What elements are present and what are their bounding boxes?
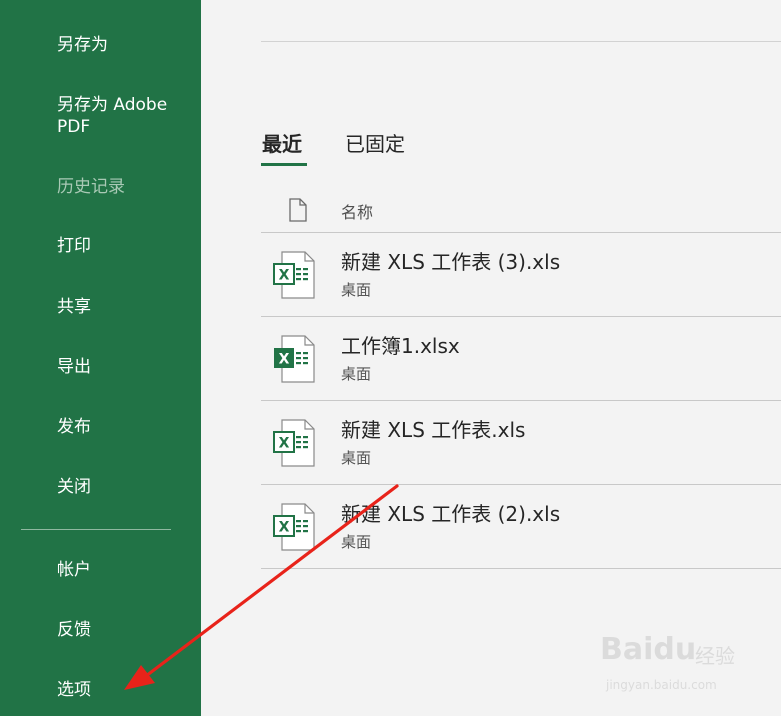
file-row[interactable]: X 新建 XLS 工作表 (2).xls 桌面: [261, 485, 781, 568]
nav-share[interactable]: 共享: [57, 296, 187, 318]
nav-close[interactable]: 关闭: [57, 476, 187, 498]
file-location: 桌面: [341, 449, 372, 467]
top-divider: [261, 41, 781, 42]
nav-account[interactable]: 帐户: [57, 559, 187, 581]
nav-export[interactable]: 导出: [57, 356, 187, 378]
watermark-brand: Baidu: [600, 632, 697, 667]
nav-print[interactable]: 打印: [57, 235, 187, 257]
nav-save-as[interactable]: 另存为: [57, 34, 187, 56]
svg-text:X: X: [279, 520, 290, 536]
excel-xls-icon: X: [273, 503, 315, 551]
tab-pinned[interactable]: 已固定: [345, 131, 405, 157]
file-row[interactable]: X 新建 XLS 工作表.xls 桌面: [261, 401, 781, 484]
file-name: 工作簿1.xlsx: [341, 334, 460, 358]
sidebar-divider: [21, 529, 171, 530]
file-row[interactable]: X 新建 XLS 工作表 (3).xls 桌面: [261, 233, 781, 316]
column-header-name[interactable]: 名称: [341, 199, 373, 223]
file-location: 桌面: [341, 365, 372, 383]
svg-text:X: X: [279, 352, 290, 368]
file-name: 新建 XLS 工作表 (3).xls: [341, 250, 561, 274]
nav-publish[interactable]: 发布: [57, 416, 187, 438]
watermark-text: 经验: [695, 644, 735, 668]
excel-xls-icon: X: [273, 251, 315, 299]
file-name: 新建 XLS 工作表 (2).xls: [341, 502, 561, 526]
svg-text:X: X: [279, 268, 290, 284]
file-name: 新建 XLS 工作表.xls: [341, 418, 526, 442]
nav-options[interactable]: 选项: [57, 679, 187, 701]
excel-xlsx-icon: X: [274, 335, 315, 383]
backstage-sidebar: 另存为 另存为 Adobe PDF 历史记录 打印 共享 导出 发布 关闭 帐户…: [0, 0, 201, 716]
row-divider: [261, 568, 781, 569]
tab-recent[interactable]: 最近: [262, 131, 302, 157]
svg-text:X: X: [279, 436, 290, 452]
main-panel: 最近 已固定 名称 X 新建 XLS 工作表 (3).xls 桌面 X 工作簿1…: [201, 0, 781, 716]
nav-feedback[interactable]: 反馈: [57, 619, 187, 641]
watermark-url: jingyan.baidu.com: [606, 678, 717, 692]
file-row[interactable]: X 工作簿1.xlsx 桌面: [261, 317, 781, 400]
document-icon: [289, 198, 307, 222]
file-location: 桌面: [341, 281, 372, 299]
nav-save-as-adobe-pdf[interactable]: 另存为 Adobe PDF: [57, 94, 187, 138]
nav-history: 历史记录: [57, 177, 125, 197]
file-list-header: 名称: [261, 190, 781, 232]
watermark-logo: Baidu 经验 jingyan.baidu.com: [600, 630, 770, 700]
excel-xls-icon: X: [273, 419, 315, 467]
tab-active-indicator: [261, 163, 307, 166]
file-location: 桌面: [341, 533, 372, 551]
